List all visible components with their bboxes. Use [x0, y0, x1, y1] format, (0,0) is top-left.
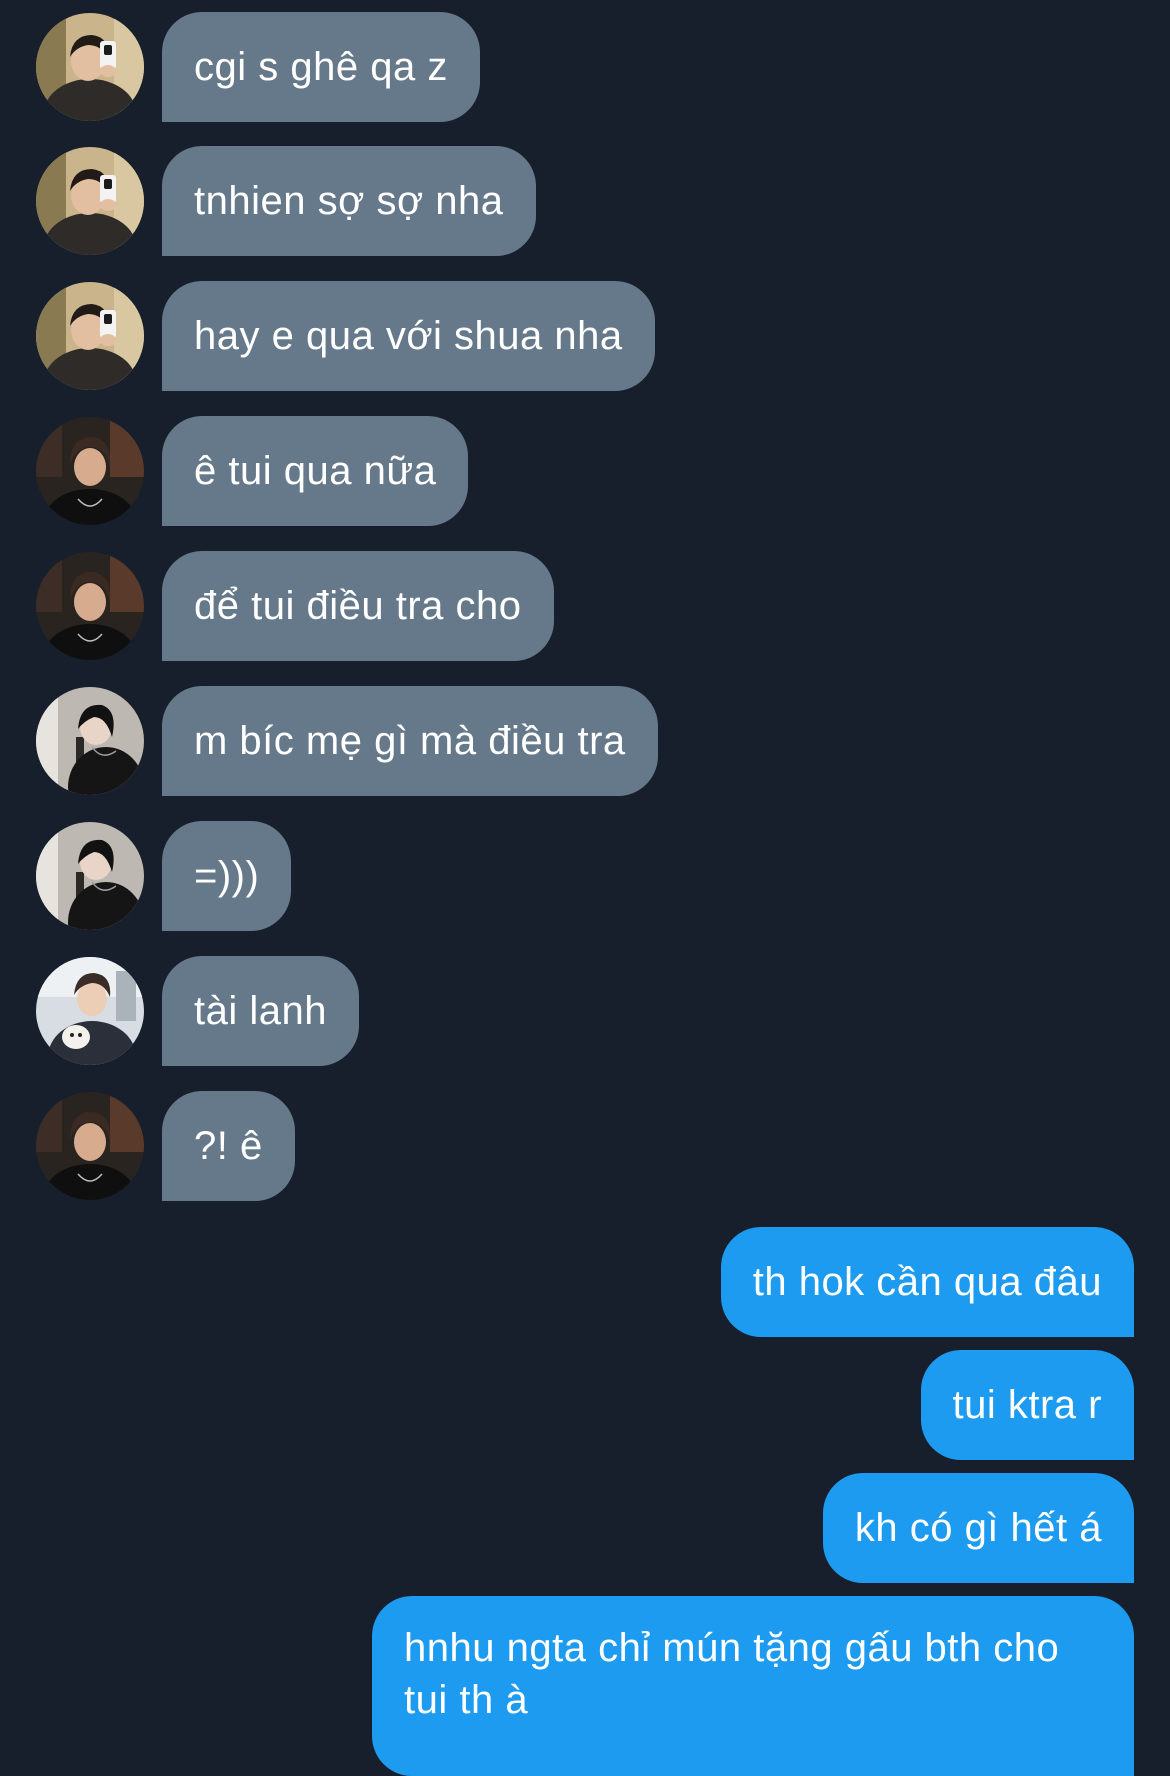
avatar-image[interactable] [36, 822, 144, 930]
message-row-incoming: ?! ê [36, 1091, 295, 1201]
message-bubble-outgoing[interactable]: hnhu ngta chỉ mún tặng gấu bth cho tui t… [372, 1596, 1134, 1776]
message-bubble-incoming[interactable]: m bíc mẹ gì mà điều tra [162, 686, 658, 796]
message-bubble-outgoing[interactable]: th hok cần qua đâu [720, 1227, 1134, 1337]
message-bubble-incoming[interactable]: =))) [162, 821, 292, 931]
user-avatar-icon [36, 822, 144, 930]
message-row-incoming: cgi s ghê qa z [36, 12, 480, 122]
message-bubble-incoming[interactable]: tài lanh [162, 956, 359, 1066]
message-row-incoming: tnhien sợ sợ nha [36, 146, 536, 256]
chat-thread: cgi s ghê qa z tnhien sợ sợ nha hay e qu… [0, 0, 1170, 1776]
message-bubble-incoming[interactable]: ê tui qua nữa [162, 416, 469, 526]
message-row-incoming: hay e qua với shua nha [36, 281, 655, 391]
avatar-image[interactable] [36, 957, 144, 1065]
message-row-incoming: m bíc mẹ gì mà điều tra [36, 686, 658, 796]
message-bubble-incoming[interactable]: ?! ê [162, 1091, 295, 1201]
user-avatar-icon [36, 552, 144, 660]
avatar-image[interactable] [36, 417, 144, 525]
avatar-image[interactable] [36, 13, 144, 121]
avatar-image[interactable] [36, 687, 144, 795]
user-avatar-icon [36, 282, 144, 390]
avatar-image[interactable] [36, 282, 144, 390]
avatar-image[interactable] [36, 147, 144, 255]
avatar-image[interactable] [36, 1092, 144, 1200]
user-avatar-icon [36, 687, 144, 795]
avatar-image[interactable] [36, 552, 144, 660]
user-avatar-icon [36, 417, 144, 525]
message-bubble-incoming[interactable]: tnhien sợ sợ nha [162, 146, 536, 256]
user-avatar-icon [36, 147, 144, 255]
user-avatar-icon [36, 957, 144, 1065]
message-bubble-incoming[interactable]: hay e qua với shua nha [162, 281, 655, 391]
message-bubble-incoming[interactable]: cgi s ghê qa z [162, 12, 480, 122]
message-row-incoming: tài lanh [36, 956, 359, 1066]
user-avatar-icon [36, 1092, 144, 1200]
message-bubble-incoming[interactable]: để tui điều tra cho [162, 551, 554, 661]
message-bubble-outgoing[interactable]: tui ktra r [920, 1350, 1134, 1460]
user-avatar-icon [36, 13, 144, 121]
message-row-incoming: =))) [36, 821, 292, 931]
message-row-incoming: để tui điều tra cho [36, 551, 554, 661]
message-row-incoming: ê tui qua nữa [36, 416, 469, 526]
message-bubble-outgoing[interactable]: kh có gì hết á [822, 1473, 1134, 1583]
